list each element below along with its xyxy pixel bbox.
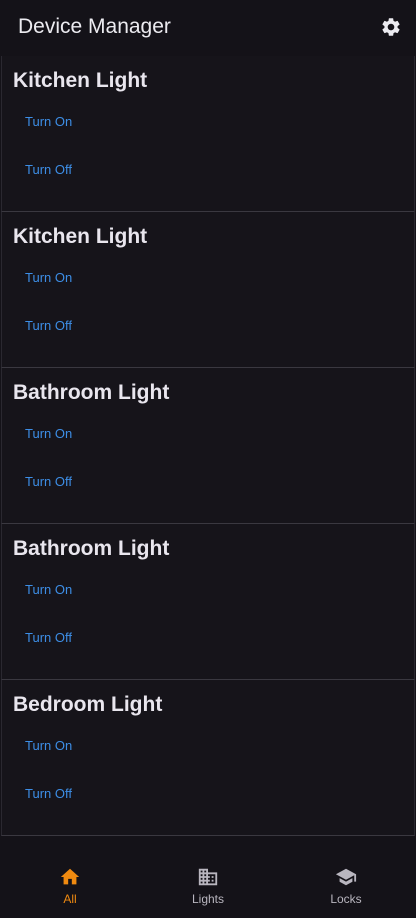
device-card: Bedroom Light Turn On Turn Off [1, 680, 415, 836]
device-name: Kitchen Light [13, 69, 148, 92]
settings-button[interactable] [380, 16, 402, 38]
device-name: Bathroom Light [13, 381, 170, 404]
building-icon [197, 866, 219, 888]
device-name: Bathroom Light [13, 537, 170, 560]
bottom-navigation: All Lights Locks [0, 852, 416, 918]
nav-label: All [63, 892, 77, 906]
nav-item-locks[interactable]: Locks [277, 852, 415, 918]
turn-on-button[interactable]: Turn On [25, 114, 72, 129]
app-header: Device Manager [0, 0, 416, 56]
turn-off-button[interactable]: Turn Off [25, 474, 72, 489]
device-card: Kitchen Light Turn On Turn Off [1, 56, 415, 212]
device-card: Kitchen Light Turn On Turn Off [1, 212, 415, 368]
turn-off-button[interactable]: Turn Off [25, 162, 72, 177]
nav-label: Lights [191, 892, 225, 906]
turn-on-button[interactable]: Turn On [25, 270, 72, 285]
turn-off-button[interactable]: Turn Off [25, 630, 72, 645]
device-name: Kitchen Light [13, 225, 148, 248]
page-title: Device Manager [18, 15, 171, 38]
school-icon [335, 866, 357, 888]
device-name: Bedroom Light [13, 693, 163, 716]
device-list: Kitchen Light Turn On Turn Off Kitchen L… [0, 56, 416, 836]
nav-item-lights[interactable]: Lights [139, 852, 277, 918]
turn-on-button[interactable]: Turn On [25, 582, 72, 597]
turn-on-button[interactable]: Turn On [25, 426, 72, 441]
device-card: Bathroom Light Turn On Turn Off [1, 524, 415, 680]
nav-label: Locks [330, 892, 362, 906]
turn-on-button[interactable]: Turn On [25, 738, 72, 753]
gear-icon [380, 16, 402, 38]
turn-off-button[interactable]: Turn Off [25, 318, 72, 333]
app-root: Device Manager Kitchen Light Turn On Tur… [0, 0, 416, 918]
nav-item-all[interactable]: All [1, 852, 139, 918]
home-icon [59, 866, 81, 888]
turn-off-button[interactable]: Turn Off [25, 786, 72, 801]
device-card: Bathroom Light Turn On Turn Off [1, 368, 415, 524]
